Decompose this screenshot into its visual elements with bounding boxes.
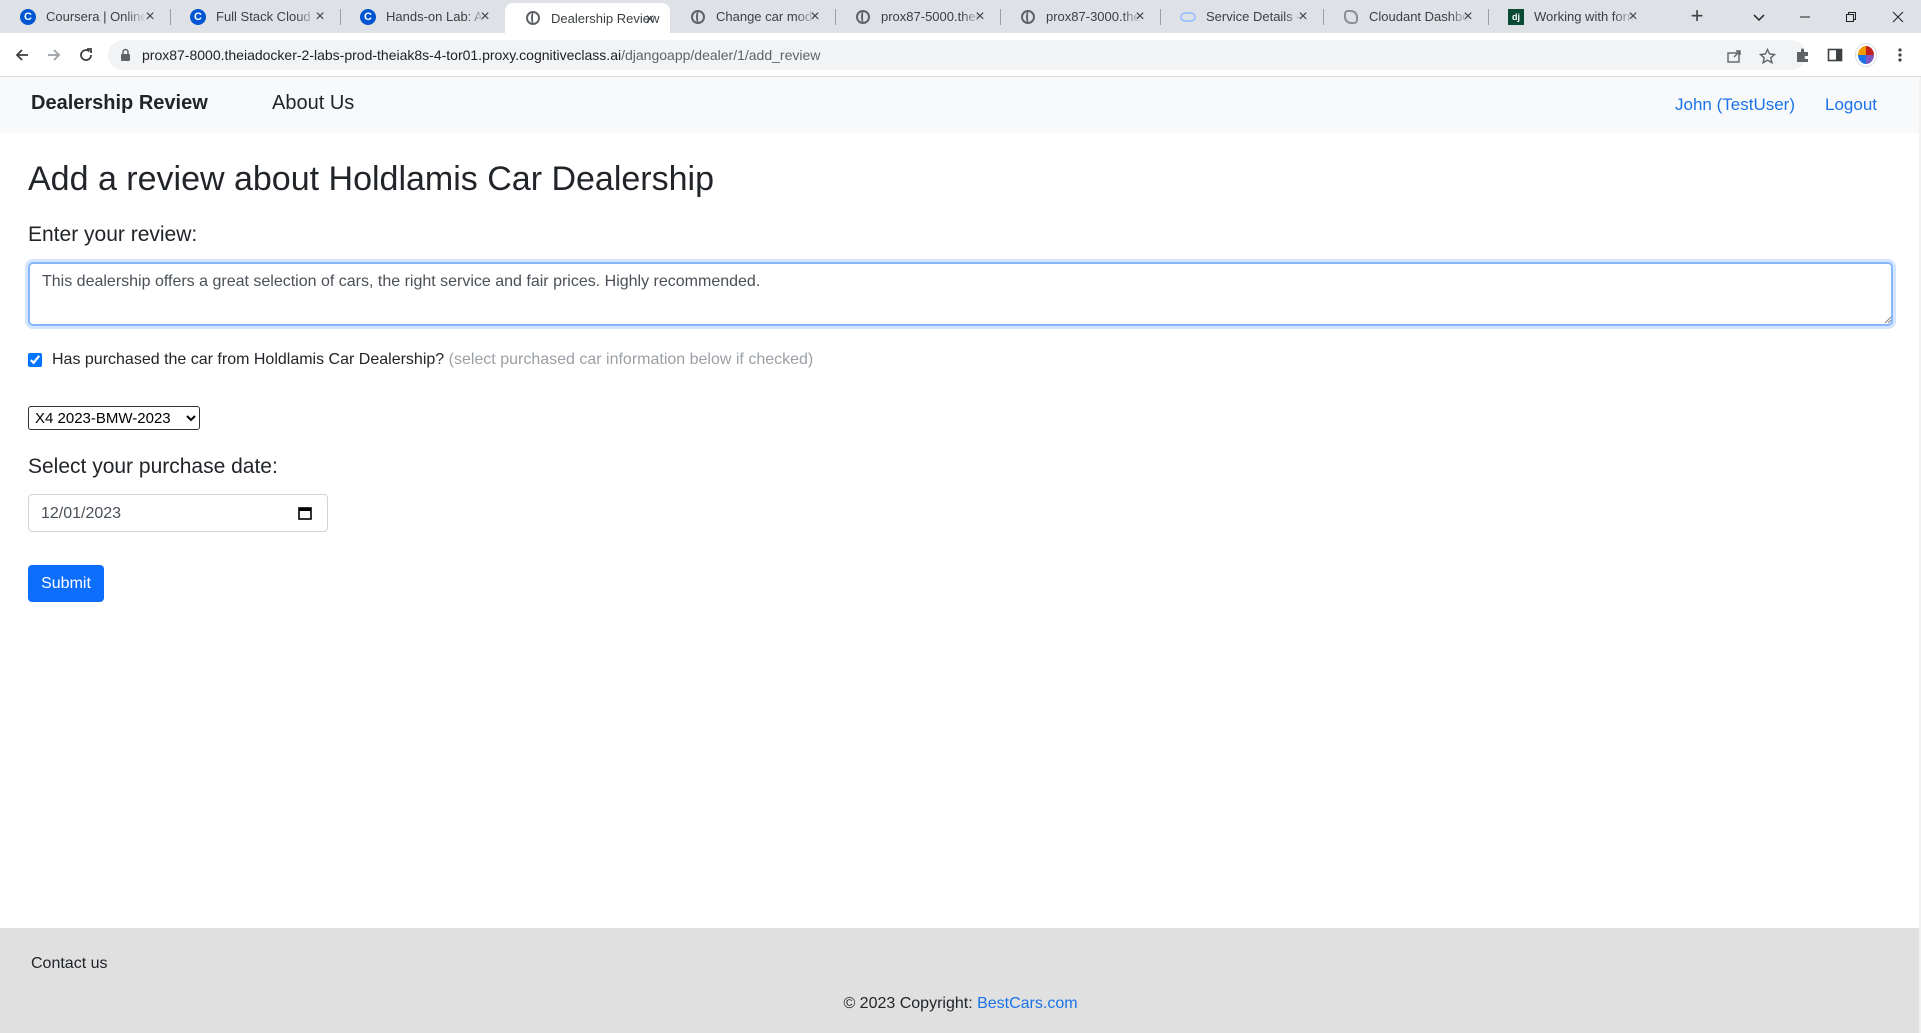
close-tab-icon[interactable]: × bbox=[642, 12, 658, 28]
globe-icon bbox=[1020, 9, 1036, 25]
page-title: Add a review about Holdlamis Car Dealers… bbox=[28, 160, 714, 198]
coursera-icon: C bbox=[20, 8, 36, 25]
site-navbar: Dealership Review About Us John (TestUse… bbox=[0, 77, 1921, 133]
browser-tab[interactable]: prox87-5000.theia × bbox=[835, 0, 1000, 33]
side-panel-icon[interactable] bbox=[1825, 45, 1845, 65]
tab-title: Service Details - IE bbox=[1206, 9, 1304, 24]
copyright-prefix: © 2023 Copyright: bbox=[843, 995, 978, 1012]
close-tab-icon[interactable]: × bbox=[142, 9, 158, 25]
site-footer: Contact us © 2023 Copyright: BestCars.co… bbox=[0, 928, 1921, 1033]
restore-button[interactable] bbox=[1828, 0, 1874, 33]
browser-tab[interactable]: Change car mode × bbox=[670, 0, 835, 33]
nav-about-us-link[interactable]: About Us bbox=[272, 92, 354, 115]
browser-tab[interactable]: C Hands-on Lab: Ad × bbox=[340, 0, 505, 33]
tab-title: Working with form bbox=[1534, 9, 1634, 24]
purchase-date-value: 12/01/2023 bbox=[41, 505, 122, 522]
submit-button[interactable]: Submit bbox=[28, 565, 104, 602]
resize-grip-icon[interactable] bbox=[1882, 314, 1892, 324]
tab-title: Cloudant Dashbo bbox=[1369, 9, 1469, 24]
browser-tab[interactable]: Service Details - IE × bbox=[1160, 0, 1323, 33]
globe-icon bbox=[690, 9, 706, 25]
browser-tab[interactable]: Cloudant Dashbo × bbox=[1323, 0, 1488, 33]
url-host: prox87-8000.theiadocker-2-labs-prod-thei… bbox=[142, 47, 622, 63]
browser-tab-active[interactable]: Dealership Review × bbox=[505, 3, 670, 33]
contact-us-link[interactable]: Contact us bbox=[31, 955, 107, 973]
django-icon: dj bbox=[1508, 8, 1524, 25]
globe-icon bbox=[855, 9, 871, 25]
bookmark-star-icon[interactable] bbox=[1758, 47, 1776, 65]
reload-icon[interactable] bbox=[74, 43, 98, 67]
review-label: Enter your review: bbox=[28, 223, 198, 246]
nav-logout-link[interactable]: Logout bbox=[1825, 95, 1877, 115]
browser-tab[interactable]: dj Working with form × bbox=[1488, 0, 1653, 33]
url-text: prox87-8000.theiadocker-2-labs-prod-thei… bbox=[142, 47, 820, 63]
cloud-icon bbox=[1180, 9, 1196, 25]
more-menu-icon[interactable] bbox=[1890, 45, 1910, 65]
purchase-checkbox[interactable] bbox=[28, 353, 42, 367]
close-window-button[interactable] bbox=[1875, 0, 1921, 33]
tab-title: Full Stack Cloud D bbox=[216, 9, 316, 24]
browser-tab[interactable]: C Coursera | Online × bbox=[0, 0, 170, 33]
tab-title: prox87-3000.theia bbox=[1046, 9, 1141, 24]
close-tab-icon[interactable]: × bbox=[1295, 9, 1311, 25]
purchase-checkbox-label: Has purchased the car from Holdlamis Car… bbox=[52, 351, 813, 369]
coursera-icon: C bbox=[360, 8, 376, 25]
back-arrow-icon[interactable] bbox=[10, 43, 34, 67]
browser-tab-strip: C Coursera | Online × C Full Stack Cloud… bbox=[0, 0, 1921, 33]
url-path: /djangoapp/dealer/1/add_review bbox=[621, 47, 821, 63]
close-tab-icon[interactable]: × bbox=[807, 9, 823, 25]
close-tab-icon[interactable]: × bbox=[1625, 9, 1641, 25]
forward-arrow-icon[interactable] bbox=[42, 43, 66, 67]
purchase-question-text: Has purchased the car from Holdlamis Car… bbox=[52, 351, 445, 368]
purchase-date-input[interactable]: 12/01/2023 bbox=[28, 494, 328, 532]
address-bar[interactable]: prox87-8000.theiadocker-2-labs-prod-thei… bbox=[108, 40, 1806, 70]
tab-search-icon[interactable] bbox=[1736, 0, 1782, 33]
coursera-icon: C bbox=[190, 8, 206, 25]
profile-avatar[interactable] bbox=[1856, 44, 1876, 66]
copyright-text: © 2023 Copyright: BestCars.com bbox=[0, 995, 1921, 1013]
extensions-puzzle-icon[interactable] bbox=[1793, 45, 1813, 65]
nav-user-link[interactable]: John (TestUser) bbox=[1675, 95, 1795, 115]
review-textarea[interactable]: This dealership offers a great selection… bbox=[28, 262, 1893, 326]
share-icon[interactable] bbox=[1725, 47, 1743, 65]
tab-title: prox87-5000.theia bbox=[881, 9, 981, 24]
globe-icon bbox=[525, 10, 541, 26]
browser-tab[interactable]: C Full Stack Cloud D × bbox=[170, 0, 340, 33]
new-tab-button[interactable]: + bbox=[1685, 5, 1709, 29]
close-tab-icon[interactable]: × bbox=[972, 9, 988, 25]
tab-title: Coursera | Online bbox=[46, 9, 146, 24]
close-tab-icon[interactable]: × bbox=[1132, 9, 1148, 25]
car-select[interactable]: X4 2023-BMW-2023 bbox=[28, 406, 200, 430]
close-tab-icon[interactable]: × bbox=[312, 9, 328, 25]
close-tab-icon[interactable]: × bbox=[1460, 9, 1476, 25]
calendar-icon[interactable] bbox=[297, 505, 313, 521]
purchase-date-label: Select your purchase date: bbox=[28, 455, 278, 478]
browser-tab[interactable]: prox87-3000.theia × bbox=[1000, 0, 1160, 33]
lock-icon[interactable] bbox=[120, 48, 131, 67]
bestcars-link[interactable]: BestCars.com bbox=[977, 995, 1077, 1012]
minimize-button[interactable] bbox=[1782, 0, 1828, 33]
tab-title: Hands-on Lab: Ad bbox=[386, 9, 486, 24]
brand-link[interactable]: Dealership Review bbox=[31, 92, 208, 115]
cloudant-icon bbox=[1343, 9, 1359, 25]
close-tab-icon[interactable]: × bbox=[477, 9, 493, 25]
tab-title: Change car mode bbox=[716, 9, 816, 24]
browser-toolbar: prox87-8000.theiadocker-2-labs-prod-thei… bbox=[0, 33, 1921, 77]
purchase-hint-text: (select purchased car information below … bbox=[448, 351, 814, 368]
